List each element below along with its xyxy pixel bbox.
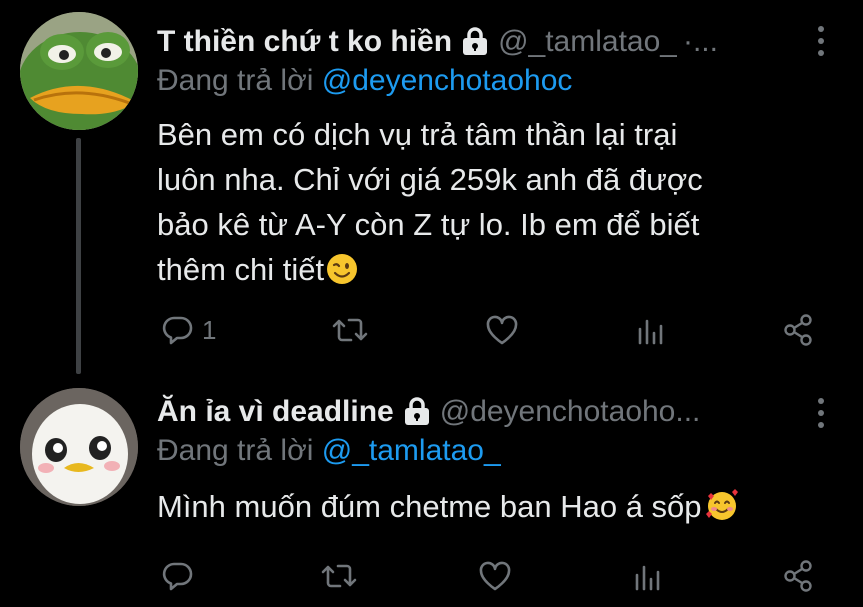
reply-button[interactable] [160, 559, 202, 593]
avatar[interactable] [20, 12, 138, 130]
tweet-text-line: luôn nha. Chỉ với giá 259k anh đã được [157, 162, 703, 197]
replying-to: Đang trả lời @deyenchotaohoc [157, 64, 572, 98]
retweet-icon [330, 313, 370, 347]
more-icon[interactable] [817, 398, 825, 428]
tweet-actions [160, 558, 815, 594]
tweet-text-line: thêm chi tiết [157, 252, 325, 287]
reply-icon [160, 313, 194, 347]
like-icon [484, 313, 520, 347]
retweet-icon [319, 559, 359, 593]
lock-icon [460, 27, 490, 57]
replying-to-label: Đang trả lời [157, 434, 322, 467]
views-icon [630, 559, 664, 593]
display-name[interactable]: T thiền chứ t ko hiền [157, 25, 452, 59]
avatar[interactable] [20, 388, 138, 506]
like-button[interactable] [477, 559, 513, 593]
display-name[interactable]: Ăn ỉa vì deadline [157, 395, 394, 429]
replying-to: Đang trả lời @_tamlatao_ [157, 434, 501, 468]
like-button[interactable] [484, 313, 520, 347]
share-button[interactable] [781, 559, 815, 593]
tweet-text-line: bảo kê từ A-Y còn Z tự lo. Ib em để biết [157, 207, 700, 242]
retweet-button[interactable] [319, 559, 359, 593]
more-icon[interactable] [817, 26, 825, 56]
tweet-text-line: Bên em có dịch vụ trả tâm thần lại trại [157, 117, 678, 152]
reply-button[interactable]: 1 [160, 313, 216, 347]
tweet-text: Bên em có dịch vụ trả tâm thần lại trại … [157, 112, 817, 297]
tweet-text-line-last: thêm chi tiết [157, 247, 817, 297]
reply-icon [160, 559, 194, 593]
reply-count: 1 [202, 314, 217, 345]
tweet[interactable]: Ăn ỉa vì deadline @deyenchotaoho... Đang… [0, 372, 863, 607]
frog-avatar-image [20, 12, 138, 130]
share-icon [781, 313, 815, 347]
like-icon [477, 559, 513, 593]
tweet-actions: 1 [160, 312, 815, 348]
lock-icon [402, 397, 432, 427]
winking-face-emoji-icon [326, 252, 358, 297]
handle-overflow: ·... [682, 25, 718, 58]
user-handle[interactable]: @deyenchotaoho... [440, 395, 701, 429]
smiling-face-with-hearts-emoji-icon [704, 488, 740, 534]
replying-to-label: Đang trả lời [157, 64, 322, 97]
tweet-text: Mình muốn đúm chetme ban Hao á sốp [157, 484, 847, 534]
views-icon [633, 313, 667, 347]
cartoon-avatar-image [20, 388, 138, 506]
thread-connector-line [76, 138, 81, 374]
user-handle[interactable]: @_tamlatao_ [498, 25, 677, 59]
views-button[interactable] [633, 313, 667, 347]
mention-link[interactable]: @deyenchotaohoc [322, 64, 573, 97]
mention-link[interactable]: @_tamlatao_ [322, 434, 501, 467]
tweet-header: T thiền chứ t ko hiền @_tamlatao_ ·... [157, 22, 823, 62]
views-button[interactable] [630, 559, 664, 593]
tweet[interactable]: T thiền chứ t ko hiền @_tamlatao_ ·... Đ… [0, 0, 863, 374]
retweet-button[interactable] [330, 313, 370, 347]
tweet-text-content: Mình muốn đúm chetme ban Hao á sốp [157, 489, 702, 524]
share-button[interactable] [781, 313, 815, 347]
share-icon [781, 559, 815, 593]
tweet-header: Ăn ỉa vì deadline @deyenchotaoho... [157, 392, 823, 432]
